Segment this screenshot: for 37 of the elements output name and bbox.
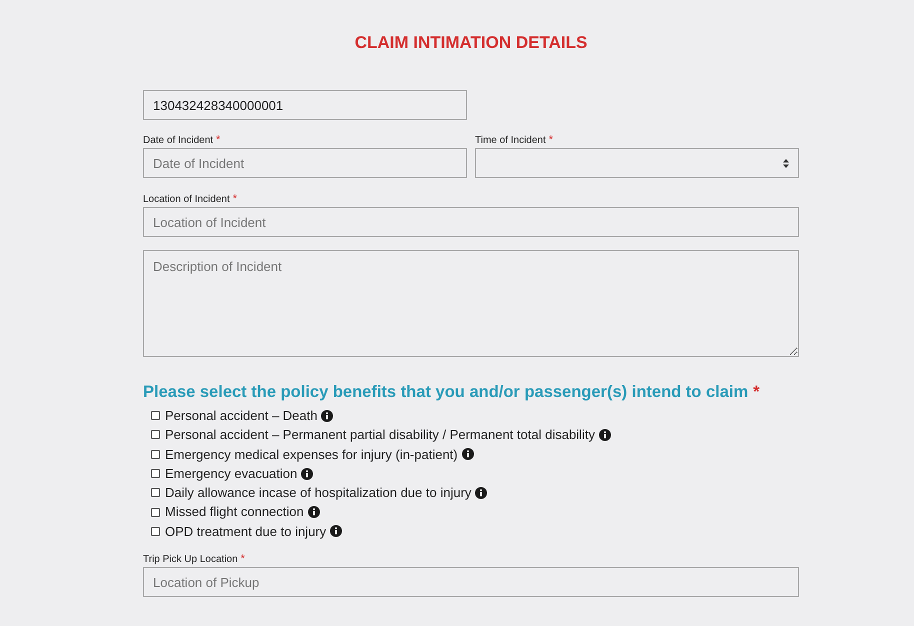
info-icon[interactable] <box>598 428 611 441</box>
description-field[interactable]: Description of Incident <box>143 250 799 357</box>
checkbox[interactable] <box>151 450 160 459</box>
checkbox[interactable] <box>151 469 160 478</box>
date-label: Date of Incident <box>143 135 214 146</box>
required-asterisk: * <box>240 553 245 566</box>
sort-arrows-icon <box>783 158 789 168</box>
time-label: Time of Incident <box>475 135 546 146</box>
info-icon[interactable] <box>301 468 314 480</box>
info-icon[interactable] <box>462 448 474 460</box>
checkbox[interactable] <box>151 488 160 498</box>
benefit-option-label: Personal accident – Death <box>165 406 318 425</box>
checkbox[interactable] <box>151 430 160 440</box>
benefits-heading: Please select the policy benefits that you and/or passenger(s) intend to claim * <box>143 382 761 403</box>
required-asterisk: * <box>232 193 238 205</box>
info-icon[interactable] <box>330 525 342 538</box>
checkbox[interactable] <box>151 508 160 517</box>
location-field[interactable]: Location of Incident <box>143 207 799 237</box>
required-asterisk: * <box>548 134 554 146</box>
benefit-option-label: OPD treatment due to injury <box>165 522 326 541</box>
checkbox[interactable] <box>151 526 160 536</box>
benefit-option-label: Personal accident – Permanent partial disability / Permanent total disability <box>165 426 595 444</box>
benefit-option-label: Emergency evacuation <box>165 464 298 483</box>
date-field[interactable]: Date of Incident <box>143 148 467 178</box>
benefit-option-label: Daily allowance incase of hospitalization due to injury <box>165 484 472 502</box>
info-icon[interactable] <box>308 506 320 518</box>
info-icon[interactable] <box>475 486 488 499</box>
pickup-location-field[interactable]: Location of Pickup <box>143 567 799 598</box>
form-title: CLAIM INTIMATION DETAILS <box>354 33 588 52</box>
location-label: Location of Incident <box>143 194 230 205</box>
policy-number-field[interactable]: 130432428340000001 <box>143 90 467 120</box>
pickup-location-label: Trip Pick Up Location <box>143 554 238 566</box>
benefit-option-label: Emergency medical expenses for injury (in-patient) <box>165 446 458 464</box>
benefit-option-label: Missed flight connection <box>165 503 304 522</box>
info-icon[interactable] <box>321 410 334 422</box>
required-asterisk: * <box>216 134 220 146</box>
checkbox[interactable] <box>151 411 160 420</box>
